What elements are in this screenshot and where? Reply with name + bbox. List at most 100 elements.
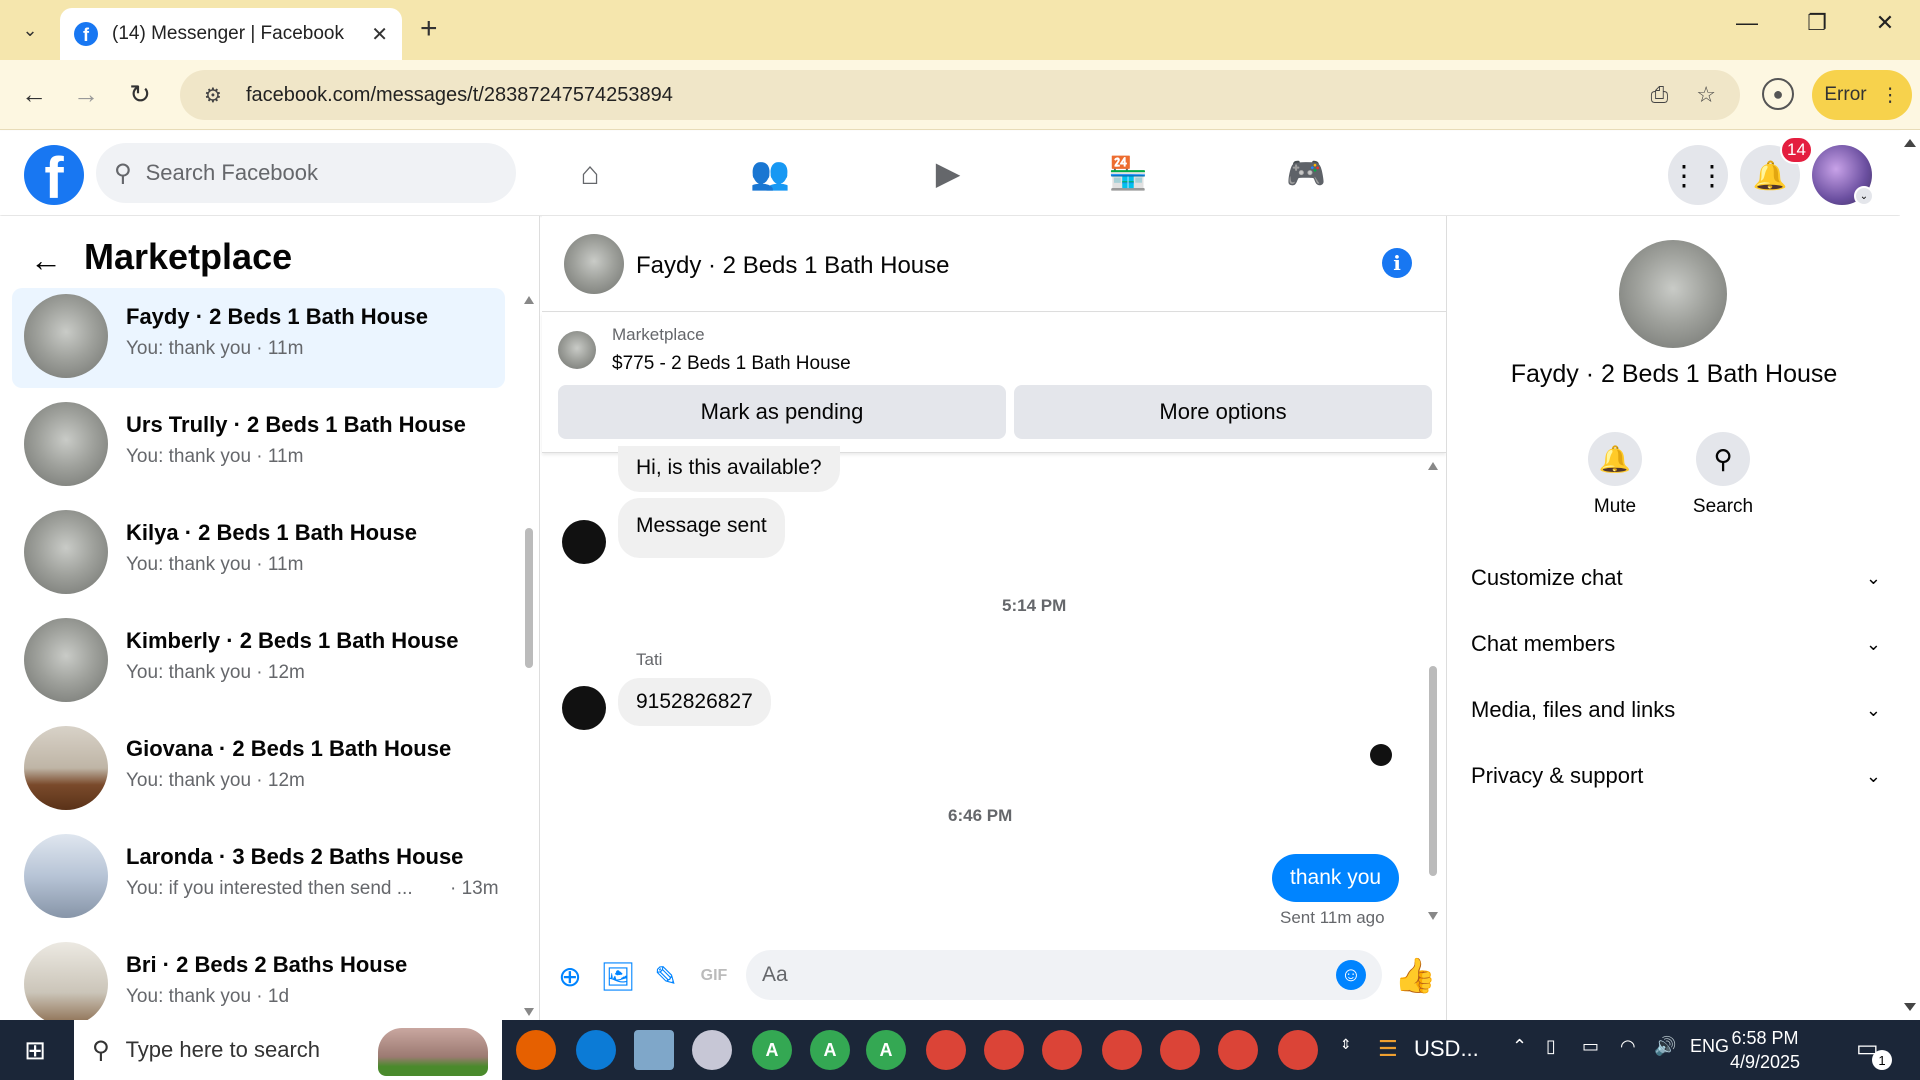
- message-bubble[interactable]: Hi, is this available?: [618, 446, 840, 492]
- chrome-icon[interactable]: [1218, 1030, 1258, 1070]
- site-info-icon[interactable]: ⚙: [204, 83, 222, 108]
- attach-image-icon[interactable]: 🖼: [600, 958, 636, 994]
- new-tab-button[interactable]: +: [420, 12, 438, 46]
- profile-icon[interactable]: ●: [1762, 78, 1794, 110]
- listing-thumbnail: [24, 402, 108, 486]
- sender-avatar[interactable]: [562, 520, 606, 564]
- emoji-icon[interactable]: ☺: [1336, 960, 1366, 990]
- page-scrollbar[interactable]: [1900, 131, 1920, 1020]
- listing-thumbnail[interactable]: [558, 331, 596, 369]
- friends-icon[interactable]: 👥: [740, 151, 800, 195]
- facebook-search-input[interactable]: ⚲ Search Facebook: [96, 143, 516, 203]
- mute-button[interactable]: 🔔 Mute: [1565, 432, 1665, 518]
- conversation-name: Kilya · 2 Beds 1 Bath House: [126, 520, 417, 545]
- language-indicator[interactable]: ENG: [1690, 1036, 1729, 1057]
- info-icon[interactable]: i: [1382, 248, 1412, 278]
- app-icon[interactable]: [692, 1030, 732, 1070]
- close-window-button[interactable]: ✕: [1860, 10, 1910, 36]
- weather-label[interactable]: USD...: [1414, 1036, 1479, 1062]
- menu-grid-icon[interactable]: ⋮⋮: [1668, 145, 1728, 205]
- plus-icon[interactable]: ⊕: [552, 958, 588, 994]
- mark-as-pending-button[interactable]: Mark as pending: [558, 385, 1006, 439]
- taskbar-scroll-icon[interactable]: ⇕: [1340, 1036, 1352, 1053]
- conversation-list-scrollbar[interactable]: [522, 216, 536, 1020]
- customize-chat-row[interactable]: Customize chat ⌄: [1471, 558, 1881, 598]
- bookmark-star-icon[interactable]: ☆: [1696, 82, 1716, 108]
- conversation-item[interactable]: Kilya · 2 Beds 1 Bath House You: thank y…: [12, 504, 505, 604]
- chevron-down-icon: ⌄: [1865, 765, 1881, 786]
- error-button[interactable]: Error ⋮: [1812, 70, 1912, 120]
- gif-icon[interactable]: GIF: [696, 958, 732, 994]
- privacy-support-row[interactable]: Privacy & support ⌄: [1471, 756, 1881, 796]
- back-arrow-icon[interactable]: ←: [30, 242, 62, 279]
- browser-tab[interactable]: f (14) Messenger | Facebook ✕: [60, 8, 402, 60]
- chrome-icon[interactable]: [984, 1030, 1024, 1070]
- taskbar-search-input[interactable]: ⚲ Type here to search: [74, 1020, 502, 1080]
- chrome-icon[interactable]: A: [752, 1030, 792, 1070]
- conversation-item[interactable]: Giovana · 2 Beds 1 Bath House You: thank…: [12, 720, 505, 820]
- media-files-links-row[interactable]: Media, files and links ⌄: [1471, 690, 1881, 730]
- listing-price-title[interactable]: $775 - 2 Beds 1 Bath House: [612, 353, 851, 375]
- meet-icon[interactable]: ▯: [1546, 1036, 1556, 1057]
- weather-icon[interactable]: ☰: [1378, 1036, 1398, 1062]
- message-bubble[interactable]: 9152826827: [618, 678, 771, 726]
- tab-list-dropdown[interactable]: ⌄: [10, 10, 50, 50]
- more-options-button[interactable]: More options: [1014, 385, 1432, 439]
- chrome-icon[interactable]: A: [810, 1030, 850, 1070]
- gaming-icon[interactable]: 🎮: [1276, 151, 1336, 195]
- windows-start-icon[interactable]: ⊞: [10, 1030, 60, 1070]
- like-thumbs-up-icon[interactable]: 👍: [1394, 956, 1436, 996]
- video-icon[interactable]: ▶: [918, 151, 978, 195]
- address-bar[interactable]: ⚙ facebook.com/messages/t/28387247574253…: [180, 70, 1740, 120]
- url-text: facebook.com/messages/t/2838724757425389…: [245, 83, 673, 106]
- chrome-icon[interactable]: [1278, 1030, 1318, 1070]
- marketplace-listing-card: Marketplace $775 - 2 Beds 1 Bath House M…: [542, 313, 1446, 453]
- chrome-icon[interactable]: [1102, 1030, 1142, 1070]
- marketplace-icon[interactable]: 🏪: [1098, 151, 1158, 195]
- profile-thumbnail[interactable]: [1619, 240, 1727, 348]
- conversation-item[interactable]: Faydy · 2 Beds 1 Bath House You: thank y…: [12, 288, 505, 388]
- taskbar-clock[interactable]: 6:58 PM 4/9/2025: [1730, 1026, 1800, 1074]
- facebook-logo-icon[interactable]: f: [24, 145, 84, 205]
- close-tab-icon[interactable]: ✕: [371, 22, 388, 47]
- chrome-icon[interactable]: [926, 1030, 966, 1070]
- my-message-bubble[interactable]: thank you: [1272, 854, 1400, 902]
- conversation-name: Urs Trully · 2 Beds 1 Bath House: [126, 412, 466, 437]
- show-hidden-icons-icon[interactable]: ⌃: [1512, 1036, 1527, 1057]
- notepad-icon[interactable]: [634, 1030, 674, 1070]
- chat-avatar[interactable]: [564, 234, 624, 294]
- chrome-icon[interactable]: [1042, 1030, 1082, 1070]
- sender-avatar[interactable]: [562, 686, 606, 730]
- account-dropdown-icon[interactable]: ⌄: [1854, 186, 1874, 206]
- minimize-button[interactable]: —: [1722, 10, 1772, 36]
- forward-button[interactable]: →: [66, 74, 106, 114]
- back-button[interactable]: ←: [14, 74, 54, 114]
- sticker-icon[interactable]: ✎: [648, 958, 684, 994]
- reload-button[interactable]: ↻: [120, 74, 160, 114]
- conversation-item[interactable]: Kimberly · 2 Beds 1 Bath House You: than…: [12, 612, 505, 712]
- sender-name: Tati: [636, 650, 663, 669]
- chrome-icon[interactable]: A: [866, 1030, 906, 1070]
- message-bubble[interactable]: Message sent: [618, 498, 785, 558]
- edge-icon[interactable]: [576, 1030, 616, 1070]
- search-conversation-button[interactable]: ⚲ Search: [1673, 432, 1773, 518]
- firefox-icon[interactable]: [516, 1030, 556, 1070]
- notification-center-icon[interactable]: ▭ 1: [1856, 1034, 1892, 1070]
- message-input[interactable]: Aa: [746, 950, 1382, 1000]
- chat-title[interactable]: Faydy · 2 Beds 1 Bath House: [636, 252, 950, 280]
- install-app-icon[interactable]: ⎙: [1651, 82, 1669, 108]
- restore-button[interactable]: ❐: [1792, 10, 1842, 36]
- chat-scrollbar[interactable]: [1426, 456, 1440, 926]
- conversation-item[interactable]: Urs Trully · 2 Beds 1 Bath House You: th…: [12, 396, 505, 496]
- conversation-name: Giovana · 2 Beds 1 Bath House: [126, 736, 452, 761]
- wifi-icon[interactable]: ◠: [1620, 1036, 1636, 1057]
- conversation-item[interactable]: Bri · 2 Beds 2 Baths House You: thank yo…: [12, 936, 505, 1020]
- battery-icon[interactable]: ▭: [1582, 1036, 1599, 1057]
- conversation-item[interactable]: Laronda · 3 Beds 2 Baths House You: if y…: [12, 828, 505, 928]
- volume-icon[interactable]: 🔊: [1654, 1036, 1676, 1057]
- chat-members-row[interactable]: Chat members ⌄: [1471, 624, 1881, 664]
- home-icon[interactable]: ⌂: [560, 151, 620, 195]
- profile-name: Faydy · 2 Beds 1 Bath House: [1510, 360, 1838, 388]
- listing-thumbnail: [24, 294, 108, 378]
- chrome-icon[interactable]: [1160, 1030, 1200, 1070]
